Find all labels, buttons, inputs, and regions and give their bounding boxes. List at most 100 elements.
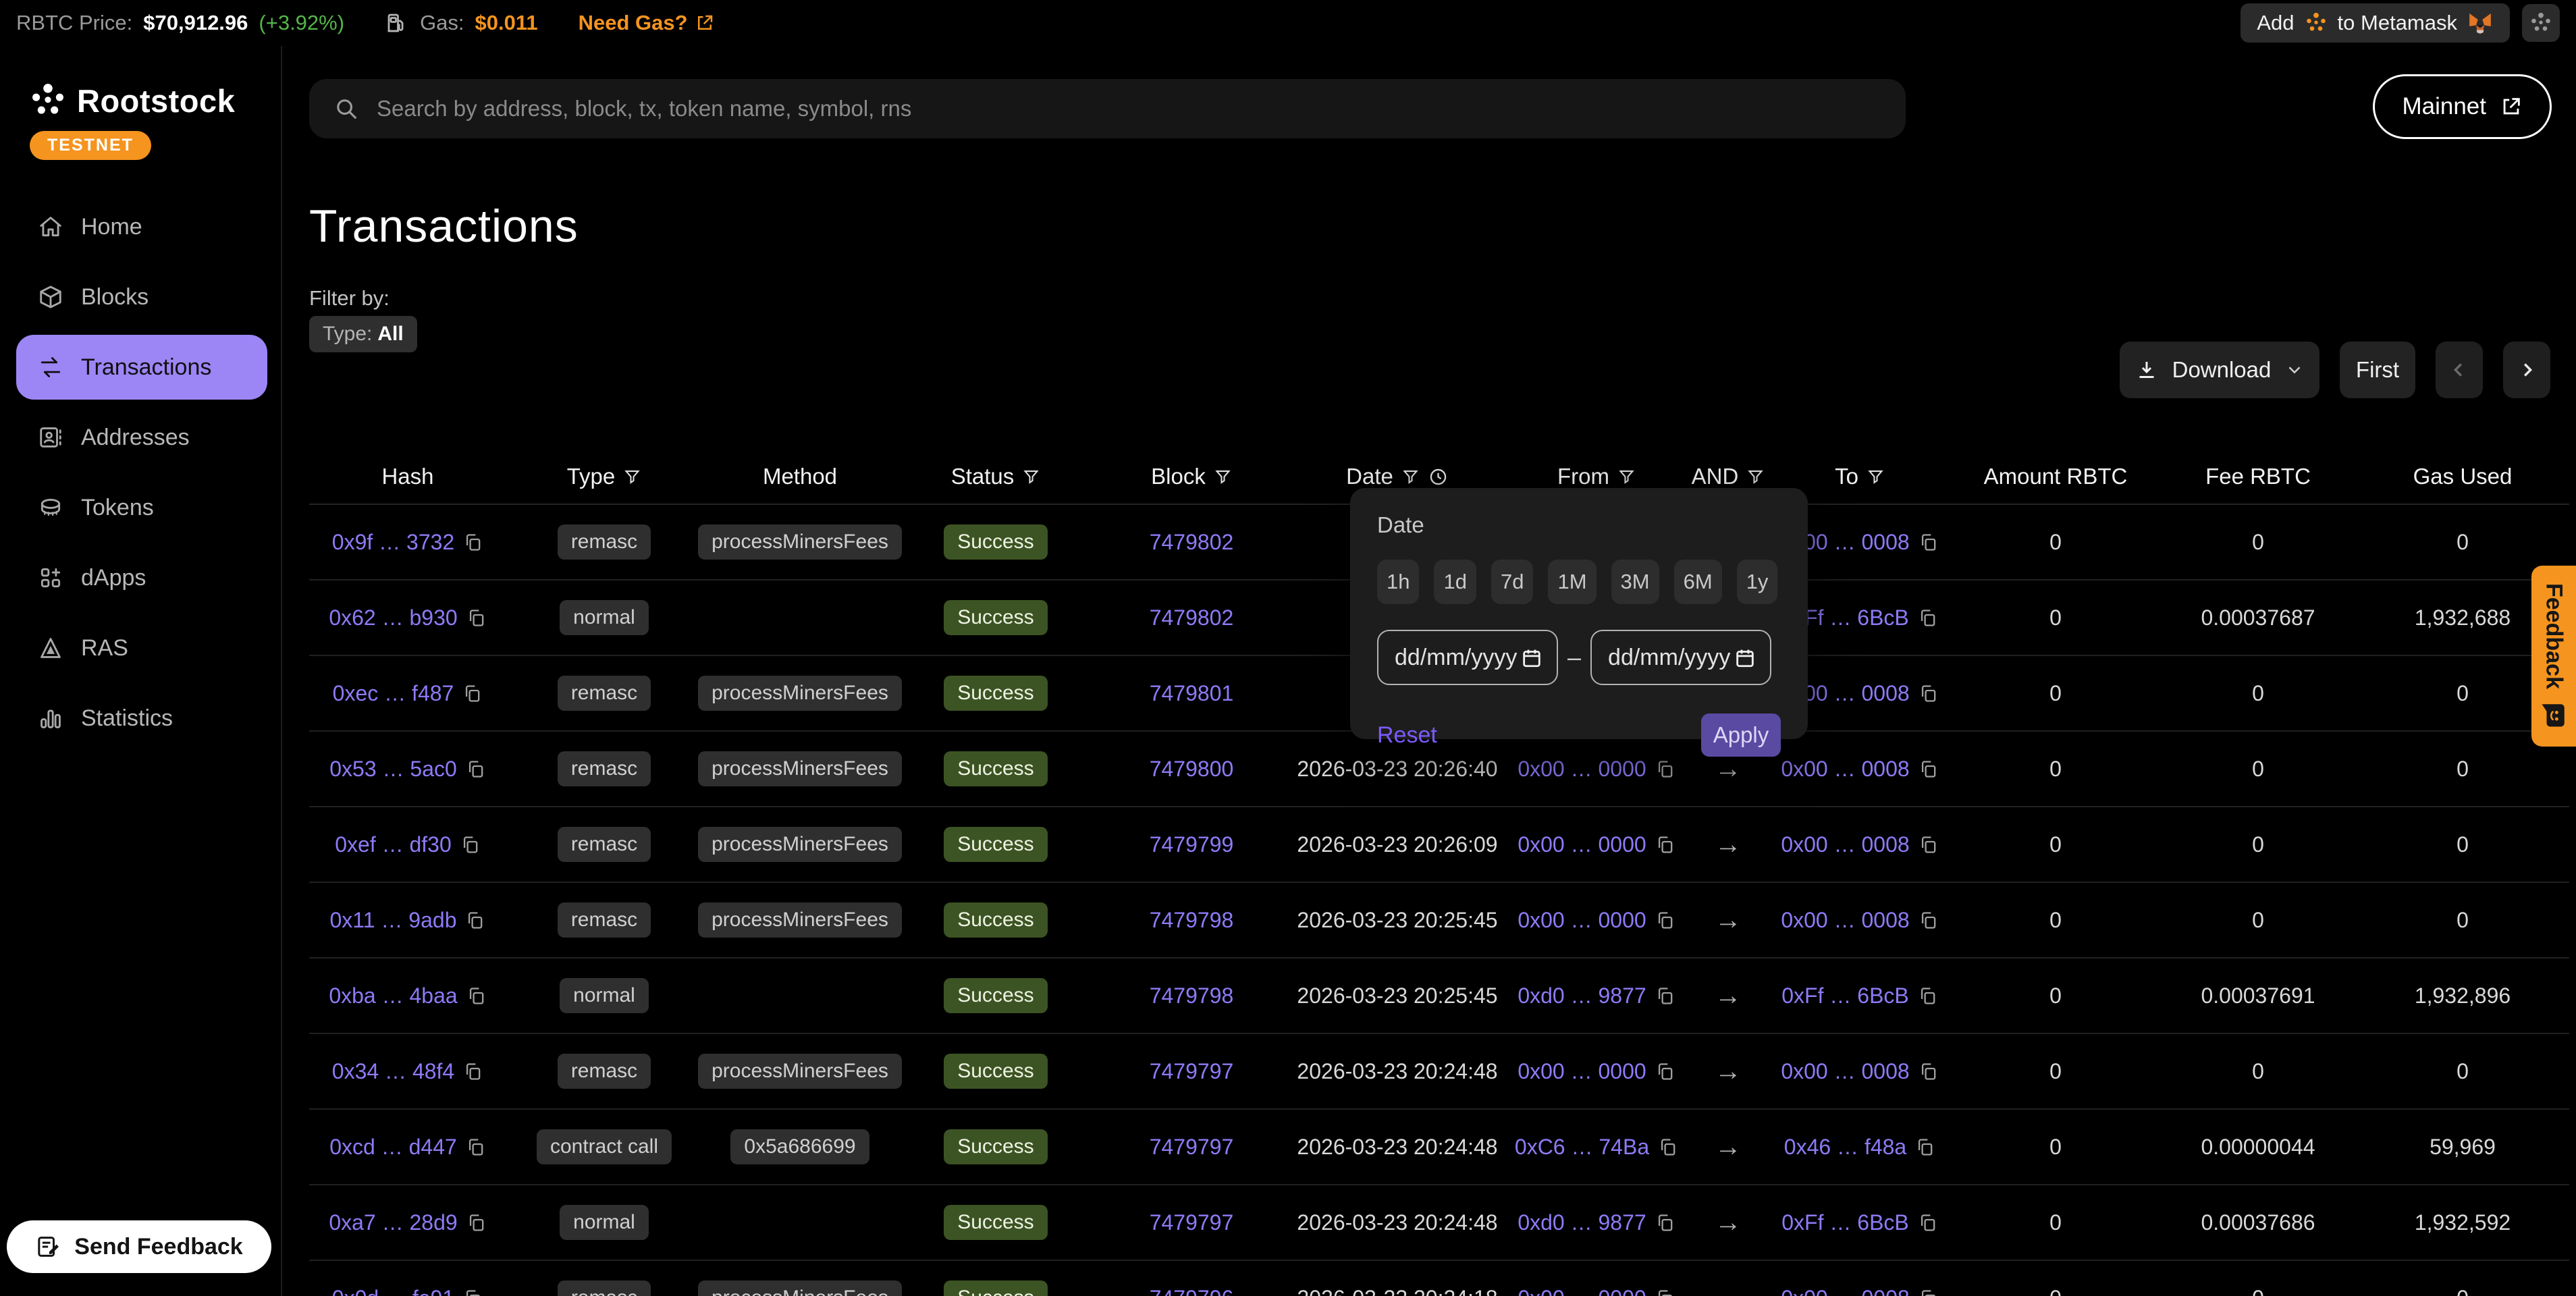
copy-icon[interactable] <box>1918 910 1939 931</box>
block-link[interactable]: 7479797 <box>1150 1059 1234 1084</box>
copy-icon[interactable] <box>466 986 487 1006</box>
download-button[interactable]: Download <box>2120 342 2319 398</box>
block-link[interactable]: 7479796 <box>1150 1286 1234 1296</box>
from-address-link[interactable]: 0xd0 … 9877 <box>1518 983 1646 1008</box>
calendar-icon[interactable] <box>1734 646 1756 669</box>
rootstock-icon-button[interactable] <box>2522 4 2560 42</box>
copy-icon[interactable] <box>465 759 486 780</box>
to-address-link[interactable]: 0x00 … 0008 <box>1781 1286 1909 1296</box>
sidebar-item-ras[interactable]: RAS <box>0 613 281 683</box>
filter-funnel-icon[interactable] <box>1617 468 1636 486</box>
tx-hash-link[interactable]: 0xef … df30 <box>335 832 452 857</box>
tx-hash-link[interactable]: 0xba … 4baa <box>329 983 457 1008</box>
copy-icon[interactable] <box>462 1061 483 1082</box>
date-range-6M[interactable]: 6M <box>1674 560 1722 604</box>
filter-funnel-icon[interactable] <box>1401 468 1420 486</box>
block-link[interactable]: 7479798 <box>1150 908 1234 933</box>
clock-icon[interactable] <box>1428 466 1449 487</box>
from-address-link[interactable]: 0x00 … 0000 <box>1518 757 1646 782</box>
to-address-link[interactable]: 0x00 … 0008 <box>1781 1059 1909 1084</box>
copy-icon[interactable] <box>462 683 483 704</box>
tx-hash-link[interactable]: 0x0d … fe91 <box>332 1286 454 1296</box>
type-filter-chip[interactable]: Type:All <box>309 316 417 352</box>
sidebar-item-transactions[interactable]: Transactions <box>16 335 267 400</box>
copy-icon[interactable] <box>1917 986 1938 1006</box>
tx-hash-link[interactable]: 0xcd … d447 <box>329 1135 457 1160</box>
filter-funnel-icon[interactable] <box>623 468 641 486</box>
copy-icon[interactable] <box>1918 834 1939 855</box>
date-filter-reset-link[interactable]: Reset <box>1377 722 1437 749</box>
need-gas-link[interactable]: Need Gas? <box>579 11 715 35</box>
block-link[interactable]: 7479801 <box>1150 681 1234 706</box>
sidebar-item-blocks[interactable]: Blocks <box>0 262 281 332</box>
tx-hash-link[interactable]: 0xec … f487 <box>333 681 454 706</box>
to-address-link[interactable]: 0x00 … 0008 <box>1781 832 1909 857</box>
copy-icon[interactable] <box>1655 834 1675 855</box>
copy-icon[interactable] <box>1655 1288 1675 1296</box>
copy-icon[interactable] <box>1918 683 1939 704</box>
block-link[interactable]: 7479797 <box>1150 1210 1234 1235</box>
filter-funnel-icon[interactable] <box>1746 468 1765 486</box>
copy-icon[interactable] <box>460 834 481 855</box>
date-filter-apply-button[interactable]: Apply <box>1701 713 1781 757</box>
copy-icon[interactable] <box>1655 986 1675 1006</box>
to-address-link[interactable]: 0xFf … 6BcB <box>1781 1210 1909 1235</box>
tx-hash-link[interactable]: 0xa7 … 28d9 <box>329 1210 457 1235</box>
prev-page-button[interactable] <box>2436 342 2483 398</box>
tx-hash-link[interactable]: 0x9f … 3732 <box>332 530 454 555</box>
filter-funnel-icon[interactable] <box>1867 468 1885 486</box>
copy-icon[interactable] <box>1655 1061 1675 1082</box>
copy-icon[interactable] <box>1917 608 1938 628</box>
search-input[interactable] <box>377 96 1881 122</box>
sidebar-item-home[interactable]: Home <box>0 192 281 262</box>
block-link[interactable]: 7479798 <box>1150 983 1234 1008</box>
copy-icon[interactable] <box>1657 1137 1678 1158</box>
copy-icon[interactable] <box>466 1212 487 1233</box>
sidebar-item-addresses[interactable]: Addresses <box>0 402 281 473</box>
date-range-7d[interactable]: 7d <box>1491 560 1533 604</box>
copy-icon[interactable] <box>466 608 487 628</box>
copy-icon[interactable] <box>462 1288 483 1296</box>
to-address-link[interactable]: 0x00 … 0008 <box>1781 908 1909 933</box>
filter-funnel-icon[interactable] <box>1022 468 1040 486</box>
sidebar-item-statistics[interactable]: Statistics <box>0 683 281 753</box>
date-range-1M[interactable]: 1M <box>1548 560 1596 604</box>
mainnet-switch-button[interactable]: Mainnet <box>2373 74 2552 139</box>
from-address-link[interactable]: 0xd0 … 9877 <box>1518 1210 1646 1235</box>
block-link[interactable]: 7479799 <box>1150 832 1234 857</box>
feedback-tab[interactable]: Feedback <box>2531 566 2576 747</box>
from-address-link[interactable]: 0x00 … 0000 <box>1518 1059 1646 1084</box>
copy-icon[interactable] <box>1918 1288 1939 1296</box>
block-link[interactable]: 7479800 <box>1150 757 1234 782</box>
sidebar-item-dapps[interactable]: dApps <box>0 543 281 613</box>
copy-icon[interactable] <box>1918 759 1939 780</box>
date-from-input[interactable]: dd/mm/yyyy <box>1377 630 1558 685</box>
rootstock-logo[interactable]: Rootstock <box>28 81 281 120</box>
date-range-1h[interactable]: 1h <box>1377 560 1419 604</box>
add-to-metamask-button[interactable]: Add to Metamask <box>2240 3 2510 43</box>
tx-hash-link[interactable]: 0x62 … b930 <box>329 605 457 630</box>
tx-hash-link[interactable]: 0x53 … 5ac0 <box>329 757 457 782</box>
copy-icon[interactable] <box>1917 1212 1938 1233</box>
copy-icon[interactable] <box>1655 1212 1675 1233</box>
sidebar-item-tokens[interactable]: Tokens <box>0 473 281 543</box>
block-link[interactable]: 7479797 <box>1150 1135 1234 1160</box>
next-page-button[interactable] <box>2503 342 2550 398</box>
copy-icon[interactable] <box>1914 1137 1935 1158</box>
copy-icon[interactable] <box>462 532 483 553</box>
from-address-link[interactable]: 0x00 … 0000 <box>1518 908 1646 933</box>
first-page-button[interactable]: First <box>2340 342 2415 398</box>
filter-funnel-icon[interactable] <box>1214 468 1232 486</box>
copy-icon[interactable] <box>1918 1061 1939 1082</box>
tx-hash-link[interactable]: 0x11 … 9adb <box>330 908 457 933</box>
to-address-link[interactable]: 0xFf … 6BcB <box>1781 983 1909 1008</box>
from-address-link[interactable]: 0x00 … 0000 <box>1518 832 1646 857</box>
copy-icon[interactable] <box>465 1137 486 1158</box>
copy-icon[interactable] <box>1918 532 1939 553</box>
date-to-input[interactable]: dd/mm/yyyy <box>1590 630 1771 685</box>
block-link[interactable]: 7479802 <box>1150 605 1234 630</box>
copy-icon[interactable] <box>464 910 485 931</box>
block-link[interactable]: 7479802 <box>1150 530 1234 555</box>
to-address-link[interactable]: 0x00 … 0008 <box>1781 757 1909 782</box>
send-feedback-button[interactable]: Send Feedback <box>7 1220 271 1273</box>
